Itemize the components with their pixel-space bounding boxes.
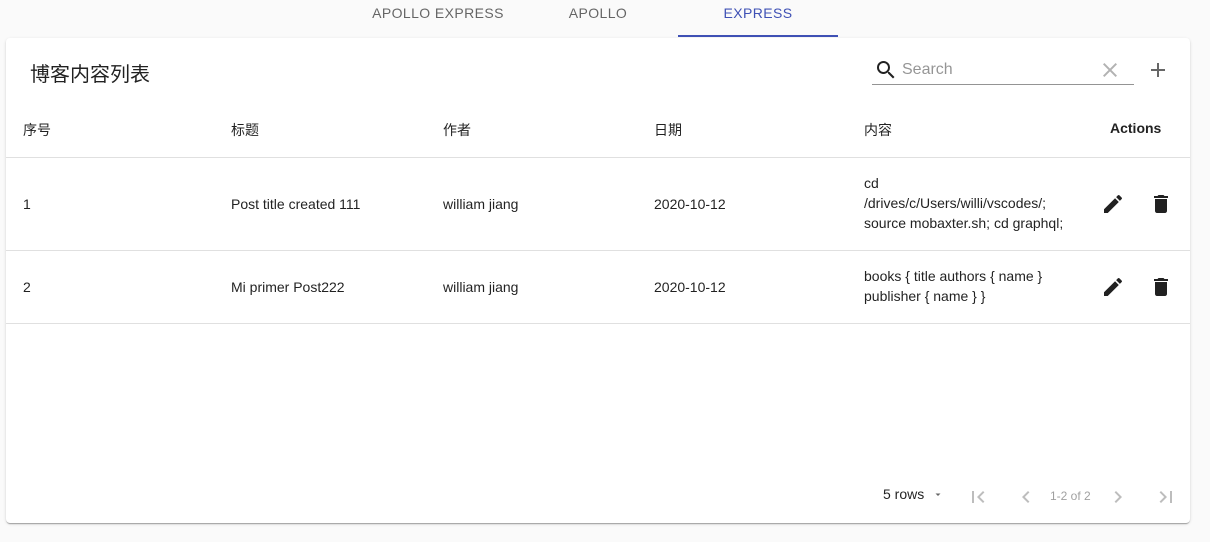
next-page-icon[interactable] <box>1106 485 1130 509</box>
header-divider <box>6 157 1190 158</box>
last-page-icon[interactable] <box>1154 485 1178 509</box>
cell-index: 2 <box>23 279 31 295</box>
rows-per-page-select[interactable]: 5 rows <box>883 486 944 502</box>
row-divider <box>6 323 1190 324</box>
content-line: books { title authors { name } <box>864 268 1043 284</box>
tab-apollo[interactable]: APOLLO <box>518 0 678 37</box>
cell-content: books { title authors { name } publisher… <box>864 266 1042 306</box>
cell-title: Post title created 111 <box>231 196 361 212</box>
row-divider <box>6 250 1190 251</box>
edit-icon[interactable] <box>1101 275 1125 299</box>
tab-apollo-express[interactable]: APOLLO EXPRESS <box>358 0 518 37</box>
page-title: 博客内容列表 <box>30 64 150 86</box>
cell-author: william jiang <box>443 196 519 212</box>
previous-page-icon[interactable] <box>1014 485 1038 509</box>
cell-index: 1 <box>23 196 31 212</box>
rows-per-page-label: 5 rows <box>883 486 925 502</box>
content-line: source mobaxter.sh; cd graphql; <box>864 215 1064 231</box>
search-field <box>872 56 1134 85</box>
search-input[interactable] <box>902 61 1092 79</box>
cell-title: Mi primer Post222 <box>231 279 345 295</box>
tab-express[interactable]: EXPRESS <box>678 0 838 37</box>
cell-date: 2020-10-12 <box>654 196 726 212</box>
column-header-author: 作者 <box>443 122 471 138</box>
delete-icon[interactable] <box>1149 192 1173 216</box>
content-line: /drives/c/Users/willi/vscodes/; <box>864 195 1047 211</box>
cell-author: william jiang <box>443 279 519 295</box>
content-line: cd <box>864 175 879 191</box>
chevron-down-icon <box>935 493 941 496</box>
column-header-index: 序号 <box>23 122 51 138</box>
clear-search-icon[interactable] <box>1098 58 1122 82</box>
add-icon[interactable] <box>1146 58 1170 82</box>
column-header-content: 内容 <box>864 122 892 138</box>
tab-bar: APOLLO EXPRESS APOLLO EXPRESS <box>0 0 1210 37</box>
edit-icon[interactable] <box>1101 192 1125 216</box>
first-page-icon[interactable] <box>966 485 990 509</box>
active-tab-indicator <box>678 35 838 37</box>
search-icon <box>877 61 895 79</box>
column-header-date: 日期 <box>654 122 682 138</box>
column-header-title: 标题 <box>231 122 259 138</box>
pagination-range: 1-2 of 2 <box>1050 489 1091 503</box>
blog-table-card: 博客内容列表 序号 标题 作者 日期 内容 Actions 1 Post tit… <box>6 38 1190 523</box>
cell-content: cd /drives/c/Users/willi/vscodes/; sourc… <box>864 173 1063 233</box>
cell-date: 2020-10-12 <box>654 279 726 295</box>
delete-icon[interactable] <box>1149 275 1173 299</box>
content-line: publisher { name } } <box>864 288 986 304</box>
column-header-actions: Actions <box>1110 120 1162 136</box>
